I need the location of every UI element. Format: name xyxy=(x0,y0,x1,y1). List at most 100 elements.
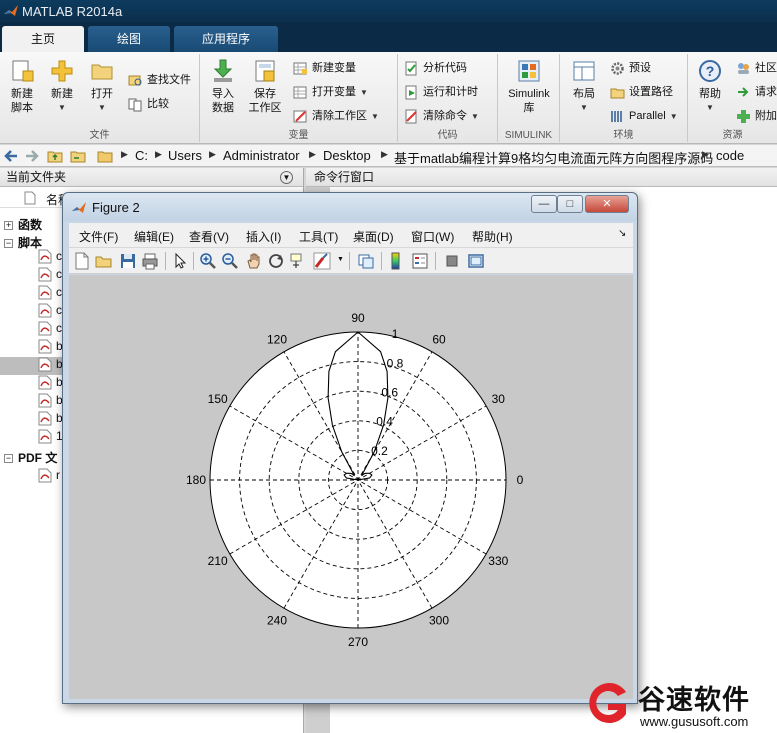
matlab-title-bar: MATLAB R2014a xyxy=(0,0,777,22)
link-plot-icon[interactable] xyxy=(357,252,375,270)
script-file-icon[interactable] xyxy=(38,303,52,318)
open-variable-button[interactable]: 打开变量 ▼ xyxy=(293,82,368,102)
menu-tools[interactable]: 工具(T) xyxy=(299,228,338,245)
new-button[interactable]: 新建 ▼ xyxy=(42,56,82,128)
script-file-icon[interactable] xyxy=(38,393,52,408)
layout-button[interactable]: 布局 ▼ xyxy=(564,56,604,128)
dock-arrow-icon[interactable]: ↘ xyxy=(618,228,626,239)
save-icon[interactable] xyxy=(119,252,137,270)
new-variable-button[interactable]: 新建变量 xyxy=(293,58,356,78)
maximize-button[interactable]: □ xyxy=(557,195,583,213)
breadcrumb-drive[interactable]: C: xyxy=(135,148,148,163)
open-icon[interactable] xyxy=(95,252,113,270)
hide-plot-tools-icon[interactable] xyxy=(443,252,461,270)
script-file-icon[interactable] xyxy=(38,357,52,372)
set-path-button[interactable]: 设置路径 xyxy=(610,82,673,102)
script-file-icon[interactable] xyxy=(38,285,52,300)
chevron-down-icon[interactable]: ▼ xyxy=(670,112,678,121)
zoom-in-icon[interactable] xyxy=(199,252,217,270)
menu-edit[interactable]: 编辑(E) xyxy=(134,228,174,245)
zoom-out-icon[interactable] xyxy=(221,252,239,270)
chevron-down-icon[interactable]: ▼ xyxy=(360,88,368,97)
chevron-down-icon[interactable]: ▼ xyxy=(337,256,344,263)
figure-window[interactable]: Figure 2 — □ ✕ 文件(F) 编辑(E) 查看(V) 插入(I) 工… xyxy=(62,192,638,704)
polar-plot[interactable]: 03060901201501802102402703003300.20.40.6… xyxy=(69,275,633,699)
help-button[interactable]: ? 帮助 ▼ xyxy=(690,56,730,128)
add-ons-button[interactable]: 附加 xyxy=(736,106,777,126)
clear-commands-button[interactable]: 清除命令 ▼ xyxy=(404,106,479,126)
tree-group-functions[interactable]: + 函数 xyxy=(4,216,42,233)
community-button[interactable]: 社区 xyxy=(736,58,777,78)
figure-canvas[interactable]: 0 30 60 90 120 150 180 210 240 270 300 330 0.2 0.4 0.6… xyxy=(69,275,633,699)
collapse-icon[interactable]: − xyxy=(4,454,13,463)
pointer-icon[interactable] xyxy=(171,252,189,270)
menu-desktop[interactable]: 桌面(D) xyxy=(353,228,394,245)
clear-workspace-button[interactable]: 清除工作区 ▼ xyxy=(293,106,379,126)
open-button[interactable]: 打开 ▼ xyxy=(82,56,122,128)
ribbon: 新建 脚本 新建 ▼ 打开 ▼ 查找文件 比较 文件 导入 数据 保存 工作区 … xyxy=(0,52,777,144)
run-and-time-button[interactable]: 运行和计时 xyxy=(404,82,478,102)
menu-window[interactable]: 窗口(W) xyxy=(411,228,454,245)
menu-view[interactable]: 查看(V) xyxy=(189,228,229,245)
breadcrumb-users[interactable]: Users xyxy=(168,148,202,163)
tree-group-pdf[interactable]: − PDF 文 xyxy=(4,449,57,466)
script-file-icon[interactable] xyxy=(38,267,52,282)
parallel-icon xyxy=(611,110,622,122)
tab-apps[interactable]: 应用程序 xyxy=(174,26,278,52)
script-file-icon[interactable] xyxy=(38,429,52,444)
menu-insert[interactable]: 插入(I) xyxy=(246,228,281,245)
colorbar-icon[interactable] xyxy=(387,252,405,270)
menu-help[interactable]: 帮助(H) xyxy=(472,228,513,245)
chevron-down-icon[interactable]: ▼ xyxy=(371,112,379,121)
pan-icon[interactable] xyxy=(245,252,263,270)
tree-group-scripts[interactable]: − 脚本 xyxy=(4,234,42,251)
new-figure-icon[interactable] xyxy=(73,252,91,270)
script-file-icon[interactable] xyxy=(38,375,52,390)
ribbon-group-simulink: Simulink 库 SIMULINK xyxy=(498,54,560,142)
show-plot-tools-icon[interactable] xyxy=(467,252,485,270)
breadcrumb-administrator[interactable]: Administrator xyxy=(223,148,300,163)
save-workspace-button[interactable]: 保存 工作区 xyxy=(245,56,285,128)
panel-menu-icon[interactable]: ▼ xyxy=(280,171,293,184)
rotate-3d-icon[interactable] xyxy=(267,252,285,270)
analyze-code-button[interactable]: 分析代码 xyxy=(404,58,467,78)
simulink-library-button[interactable]: Simulink 库 xyxy=(504,56,554,128)
compare-button[interactable]: 比较 xyxy=(128,94,169,114)
angle-tick-label: 180 xyxy=(186,473,206,487)
collapse-icon[interactable]: − xyxy=(4,239,13,248)
chevron-down-icon[interactable]: ▼ xyxy=(471,112,479,121)
script-file-icon[interactable] xyxy=(38,249,52,264)
breadcrumb-separator-icon: ▶ xyxy=(121,149,128,159)
breadcrumb-desktop[interactable]: Desktop xyxy=(323,148,371,163)
print-icon[interactable] xyxy=(141,252,159,270)
breadcrumb-code[interactable]: code xyxy=(716,148,744,163)
forward-arrow-icon[interactable] xyxy=(24,148,40,164)
pdf-file-name[interactable]: r xyxy=(56,468,60,482)
new-script-button[interactable]: 新建 脚本 xyxy=(2,56,42,128)
data-cursor-icon[interactable] xyxy=(289,252,307,270)
tab-plots[interactable]: 绘图 xyxy=(88,26,170,52)
find-files-button[interactable]: 查找文件 xyxy=(128,70,191,90)
parallel-button[interactable]: Parallel ▼ xyxy=(610,106,678,126)
minimize-button[interactable]: — xyxy=(531,195,557,213)
find-files-icon xyxy=(128,75,142,86)
expand-icon[interactable]: + xyxy=(4,221,13,230)
menu-file[interactable]: 文件(F) xyxy=(79,228,118,245)
back-arrow-icon[interactable] xyxy=(3,148,19,164)
script-file-icon[interactable] xyxy=(38,339,52,354)
request-support-button[interactable]: 请求 xyxy=(736,82,777,102)
up-folder-icon[interactable] xyxy=(47,148,63,164)
figure-title-bar[interactable]: Figure 2 — □ ✕ xyxy=(63,193,637,221)
pdf-file-icon[interactable] xyxy=(38,468,52,483)
import-data-button[interactable]: 导入 数据 xyxy=(203,56,243,128)
preferences-button[interactable]: 预设 xyxy=(610,58,651,78)
script-file-icon[interactable] xyxy=(38,321,52,336)
script-file-icon[interactable] xyxy=(38,411,52,426)
ribbon-group-code: 分析代码 运行和计时 清除命令 ▼ 代码 xyxy=(398,54,498,142)
brush-icon[interactable] xyxy=(313,252,335,270)
breadcrumb-project-folder[interactable]: 基于matlab编程计算9格均匀电流面元阵方向图程序源码 xyxy=(394,148,713,167)
close-button[interactable]: ✕ xyxy=(585,195,629,213)
legend-icon[interactable] xyxy=(411,252,429,270)
tab-home[interactable]: 主页 xyxy=(2,26,84,52)
browse-folder-icon[interactable] xyxy=(70,148,86,164)
